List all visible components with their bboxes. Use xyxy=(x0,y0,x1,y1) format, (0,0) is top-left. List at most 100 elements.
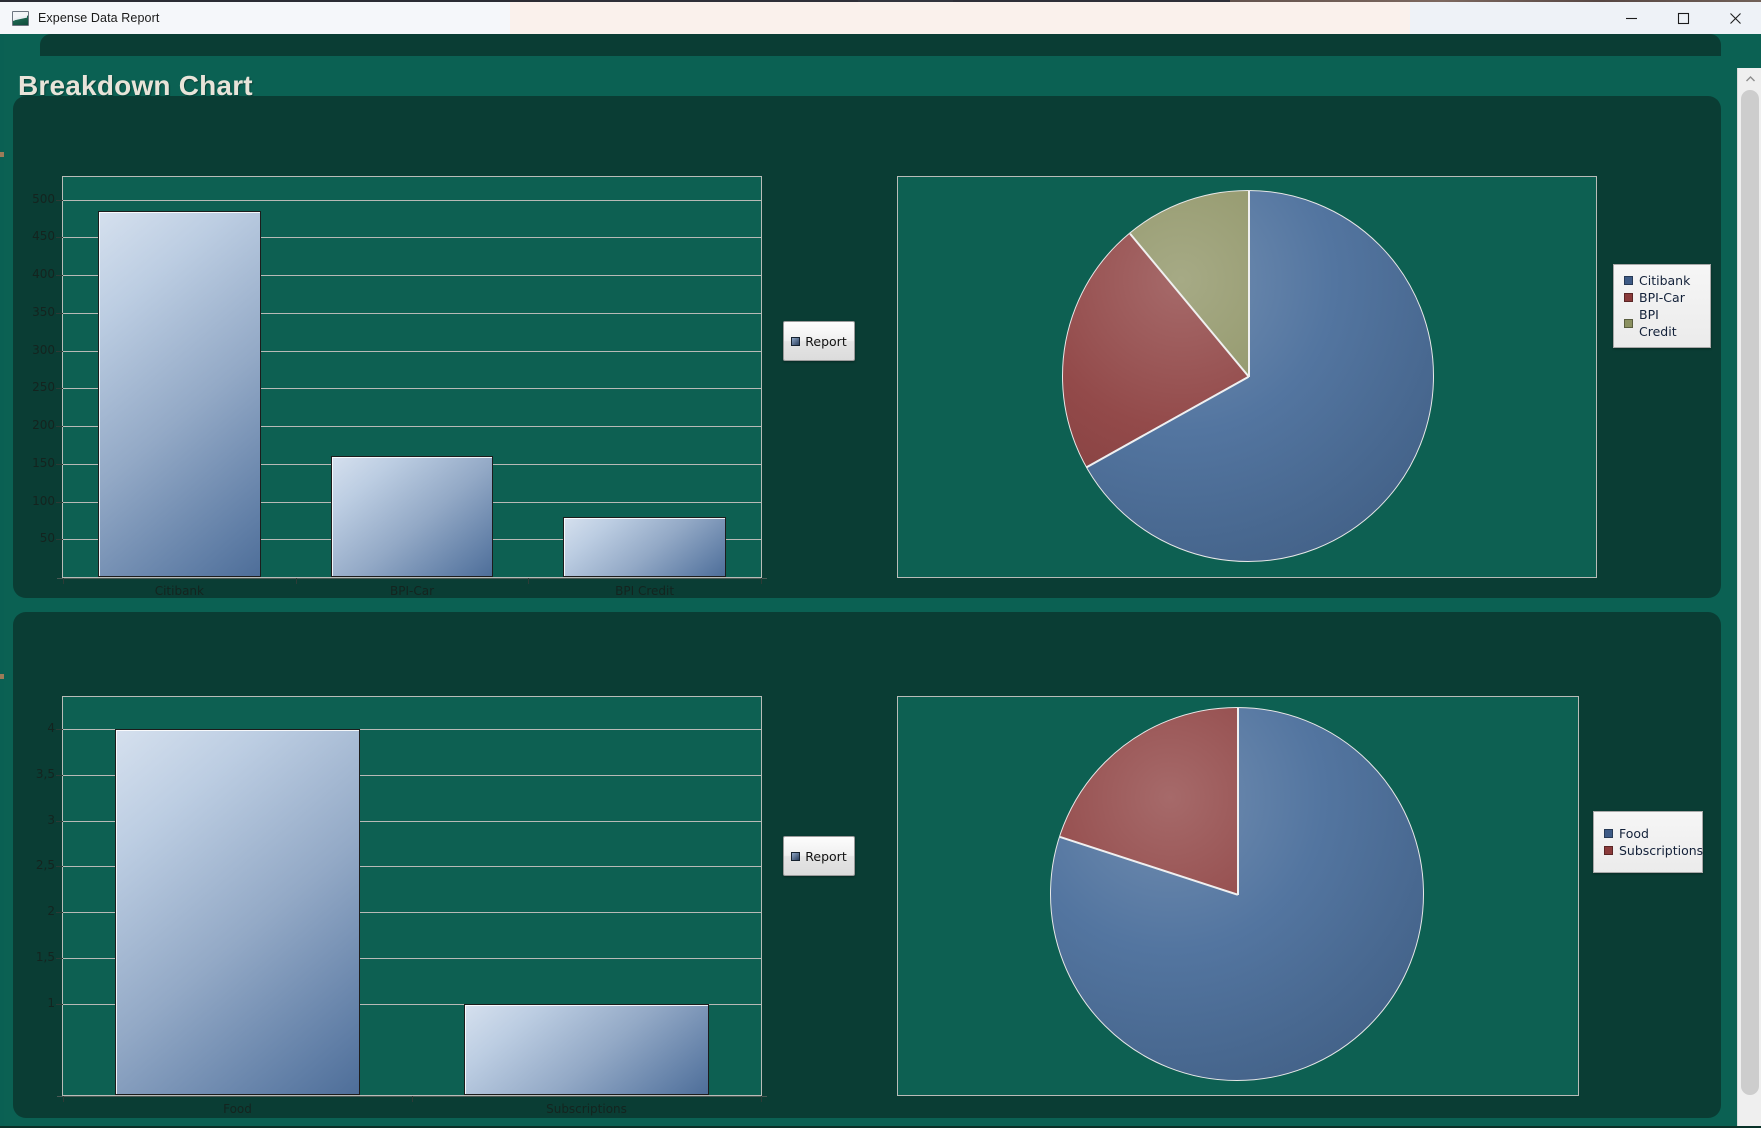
pie-slice-divider xyxy=(1129,233,1250,378)
y-axis-tick-label: 1,5 xyxy=(35,949,55,964)
chart-square-icon xyxy=(791,851,801,861)
x-axis-label: Subscriptions xyxy=(546,1102,627,1116)
chart-panel-accounts: 50 100 150 200 250 300 350 400 450 500 Citibank BPI… xyxy=(13,96,1721,598)
pie-shading xyxy=(1051,708,1423,1080)
report-button-label: Report xyxy=(805,333,847,349)
y-axis-tick-label: 2,5 xyxy=(35,858,55,873)
minimize-button[interactable] xyxy=(1605,2,1657,34)
pie-slice-divider xyxy=(1059,836,1239,896)
y-axis-tick xyxy=(56,729,63,730)
bar-citibank xyxy=(97,211,261,577)
vertical-scrollbar[interactable] xyxy=(1737,68,1761,1128)
bar-bpi-car xyxy=(330,456,494,577)
y-axis-tick-label: 200 xyxy=(32,418,55,433)
maximize-button[interactable] xyxy=(1657,2,1709,34)
window-controls xyxy=(1605,2,1761,34)
content-top-rounded-edge xyxy=(40,34,1721,56)
y-axis-tick-label: 100 xyxy=(32,493,55,508)
x-axis-label: BPI-Car xyxy=(390,584,435,598)
y-axis-tick xyxy=(56,388,63,390)
app-client-area: Breakdown Chart 50 100 150 200 250 300 350 400 4… xyxy=(0,34,1761,1128)
pie-chart-categories xyxy=(1050,707,1424,1081)
y-axis-tick-label: 300 xyxy=(32,342,55,357)
legend-label: Food xyxy=(1619,826,1649,841)
y-axis-tick-label: 2 xyxy=(47,904,55,918)
pie-shading xyxy=(1063,191,1433,561)
bar-bpi-credit xyxy=(563,516,727,577)
window-title: Expense Data Report xyxy=(38,11,160,25)
report-button-categories[interactable]: Report xyxy=(783,836,855,876)
legend-entry: Food xyxy=(1604,825,1692,842)
x-axis-label: BPI Credit xyxy=(615,584,675,598)
legend-swatch-icon xyxy=(1624,318,1633,328)
y-axis-tick xyxy=(56,312,63,314)
y-axis-tick xyxy=(56,820,63,822)
y-axis-tick-label: 250 xyxy=(32,380,55,395)
legend-label: BPI Credit xyxy=(1639,307,1677,339)
x-axis-label: Food xyxy=(223,1102,252,1116)
bar-chart-categories-plot xyxy=(62,696,762,1096)
x-axis-line xyxy=(57,578,767,579)
window-titlebar: Expense Data Report xyxy=(0,2,1761,34)
scroll-up-arrow-icon[interactable] xyxy=(1738,68,1761,90)
titlebar-midsection xyxy=(510,2,1410,34)
y-axis-tick xyxy=(56,237,63,239)
y-axis-tick xyxy=(56,1003,63,1005)
pie-slice-divider xyxy=(1248,191,1250,377)
legend-entry: Subscriptions xyxy=(1604,842,1703,859)
legend-swatch-icon xyxy=(1624,276,1633,285)
y-axis-tick xyxy=(56,350,63,352)
y-axis-tick-label: 50 xyxy=(39,531,55,546)
legend-swatch-icon xyxy=(1624,293,1633,302)
y-axis-tick-label: 4 xyxy=(47,721,55,736)
pie-slice-divider xyxy=(1086,376,1250,469)
legend-entry: Citibank xyxy=(1624,272,1700,289)
y-axis-tick-label: 1 xyxy=(47,995,55,1010)
y-axis-tick xyxy=(56,957,63,959)
bar-subscriptions xyxy=(464,1003,709,1095)
legend-accounts: Citibank BPI-Car BPI Credit xyxy=(1613,264,1711,348)
x-axis-label: Citibank xyxy=(154,584,204,598)
chart-panel-categories: 1 1,5 2 2,5 3 3,5 4 Food Subscriptions Report Fo… xyxy=(13,612,1721,1118)
close-button[interactable] xyxy=(1709,2,1761,34)
app-icon xyxy=(12,10,29,26)
legend-swatch-icon xyxy=(1604,846,1613,855)
y-axis-tick xyxy=(56,501,63,503)
y-axis-tick xyxy=(56,199,63,201)
pie-slice-divider xyxy=(1237,708,1239,895)
legend-label: BPI-Car xyxy=(1639,290,1685,305)
y-axis-tick-label: 150 xyxy=(32,455,55,470)
scrollbar-thumb[interactable] xyxy=(1741,90,1759,1095)
y-axis-tick xyxy=(56,539,63,541)
bar-chart-accounts-plot xyxy=(62,176,762,578)
bar-food xyxy=(115,729,360,1095)
left-edge-accent xyxy=(0,34,4,1128)
legend-swatch-icon xyxy=(1604,829,1613,838)
titlebar-identity: Expense Data Report xyxy=(0,2,510,34)
pie-chart-accounts xyxy=(1062,190,1434,562)
chart-square-icon xyxy=(791,336,801,346)
y-axis-tick-label: 400 xyxy=(32,267,55,282)
legend-entry: BPI Credit xyxy=(1624,306,1700,340)
y-axis-tick xyxy=(56,774,63,776)
gridline xyxy=(63,199,761,201)
legend-entry: BPI-Car xyxy=(1624,289,1700,306)
pie-chart-categories-plot xyxy=(897,696,1579,1096)
legend-label: Citibank xyxy=(1639,273,1691,288)
y-axis-tick xyxy=(56,275,63,277)
legend-categories: Food Subscriptions xyxy=(1593,811,1703,873)
y-axis-tick xyxy=(56,866,63,868)
x-axis-tick xyxy=(761,1096,762,1102)
y-axis-tick-label: 500 xyxy=(32,191,55,206)
y-axis-tick-label: 3,5 xyxy=(35,766,55,781)
pie-chart-accounts-plot xyxy=(897,176,1597,578)
y-axis-tick xyxy=(56,426,63,428)
y-axis-tick-label: 450 xyxy=(32,229,55,244)
y-axis-tick xyxy=(56,463,63,465)
y-axis-tick xyxy=(56,912,63,913)
report-button-label: Report xyxy=(805,848,847,864)
report-button-accounts[interactable]: Report xyxy=(783,321,855,361)
legend-label: Subscriptions xyxy=(1619,843,1704,858)
x-axis-tick xyxy=(761,578,762,584)
y-axis-tick-label: 3 xyxy=(47,812,55,827)
